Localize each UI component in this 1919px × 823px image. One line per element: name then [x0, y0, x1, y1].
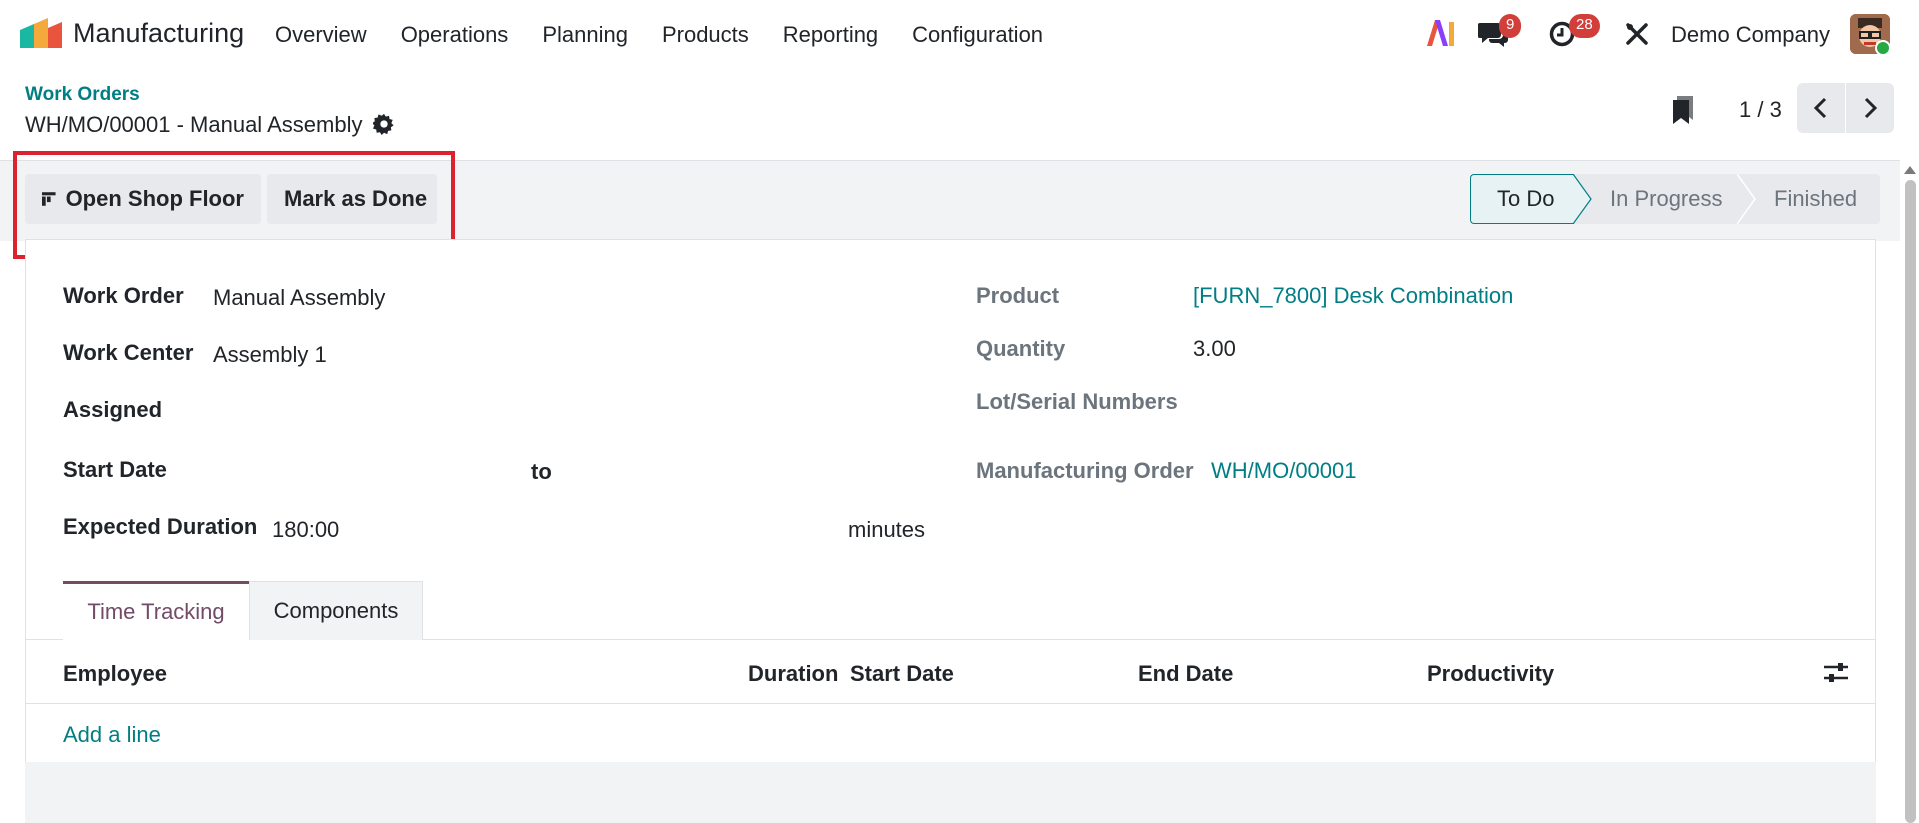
- column-start-date[interactable]: Start Date: [850, 661, 954, 687]
- menu-operations[interactable]: Operations: [401, 22, 509, 48]
- manufacturing-order-link[interactable]: WH/MO/00001: [1211, 458, 1357, 484]
- column-end-date[interactable]: End Date: [1138, 661, 1233, 687]
- expected-duration-field[interactable]: 180:00: [272, 517, 339, 543]
- start-date-label: Start Date: [63, 457, 167, 482]
- stage-to-do-label: To Do: [1497, 186, 1555, 211]
- column-productivity[interactable]: Productivity: [1427, 661, 1554, 687]
- scrollbar-thumb[interactable]: [1905, 180, 1916, 823]
- stage-finished-label: Finished: [1774, 186, 1858, 211]
- menu-planning[interactable]: Planning: [542, 22, 628, 48]
- add-line-link[interactable]: Add a line: [63, 722, 161, 748]
- app-name[interactable]: Manufacturing: [73, 18, 244, 49]
- main-menu: Overview Operations Planning Products Re…: [275, 22, 1077, 48]
- manufacturing-order-label: Manufacturing Order: [976, 458, 1194, 483]
- assigned-label: Assigned: [63, 397, 163, 422]
- gear-icon[interactable]: [373, 113, 395, 135]
- status-pipeline: To Do In Progress Finished: [1470, 174, 1880, 224]
- work-order-field[interactable]: Manual Assembly: [213, 285, 385, 311]
- bookmark-icon[interactable]: [1671, 96, 1695, 124]
- stage-in-progress[interactable]: In Progress: [1574, 174, 1756, 224]
- online-status-dot: [1875, 40, 1891, 56]
- table-header-divider: [25, 703, 1876, 704]
- quantity-field[interactable]: 3.00: [1193, 336, 1236, 362]
- tab-components[interactable]: Components: [249, 581, 423, 640]
- stage-to-do[interactable]: To Do: [1470, 174, 1592, 224]
- scroll-up-arrow[interactable]: [1904, 166, 1916, 174]
- record-title: WH/MO/00001 - Manual Assembly: [25, 112, 363, 137]
- manufacturing-app-icon[interactable]: [20, 18, 62, 48]
- tab-time-tracking[interactable]: Time Tracking: [63, 581, 249, 640]
- stage-in-progress-label: In Progress: [1610, 186, 1723, 211]
- pager-previous-button[interactable]: [1797, 83, 1845, 133]
- menu-products[interactable]: Products: [662, 22, 749, 48]
- menu-overview[interactable]: Overview: [275, 22, 367, 48]
- work-order-label: Work Order: [63, 283, 184, 308]
- chevron-right-icon: [1864, 97, 1878, 119]
- tab-components-label: Components: [273, 598, 399, 623]
- date-range-separator: to: [531, 459, 552, 484]
- stage-finished[interactable]: Finished: [1738, 174, 1880, 224]
- product-label: Product: [976, 283, 1060, 308]
- work-center-field[interactable]: Assembly 1: [213, 342, 327, 368]
- ai-icon[interactable]: [1427, 20, 1455, 46]
- optional-columns-icon[interactable]: [1824, 662, 1848, 684]
- messages-badge: 9: [1499, 14, 1522, 38]
- menu-reporting[interactable]: Reporting: [783, 22, 878, 48]
- debug-tools-icon[interactable]: [1625, 22, 1649, 46]
- pager-value[interactable]: 1 / 3: [1739, 97, 1782, 123]
- company-switcher[interactable]: Demo Company: [1671, 22, 1830, 48]
- column-employee[interactable]: Employee: [63, 661, 167, 687]
- lot-serial-label: Lot/Serial Numbers: [976, 389, 1178, 414]
- pager-next-button[interactable]: [1846, 83, 1894, 133]
- work-center-label: Work Center: [63, 340, 194, 365]
- tab-time-tracking-label: Time Tracking: [87, 599, 225, 624]
- menu-configuration[interactable]: Configuration: [912, 22, 1043, 48]
- duration-unit: minutes: [848, 517, 926, 542]
- top-navbar: Manufacturing Overview Operations Planni…: [0, 0, 1919, 70]
- breadcrumb-work-orders[interactable]: Work Orders: [25, 84, 140, 106]
- stage-arrow: [1737, 174, 1756, 224]
- table-footer: [25, 762, 1876, 823]
- column-duration[interactable]: Duration: [748, 661, 838, 687]
- expected-duration-label: Expected Duration: [63, 514, 258, 539]
- quantity-label: Quantity: [976, 336, 1066, 361]
- activities-badge: 28: [1569, 14, 1600, 38]
- product-link[interactable]: [FURN_7800] Desk Combination: [1193, 283, 1513, 309]
- stage-arrow: [1573, 174, 1592, 224]
- chevron-left-icon: [1813, 97, 1827, 119]
